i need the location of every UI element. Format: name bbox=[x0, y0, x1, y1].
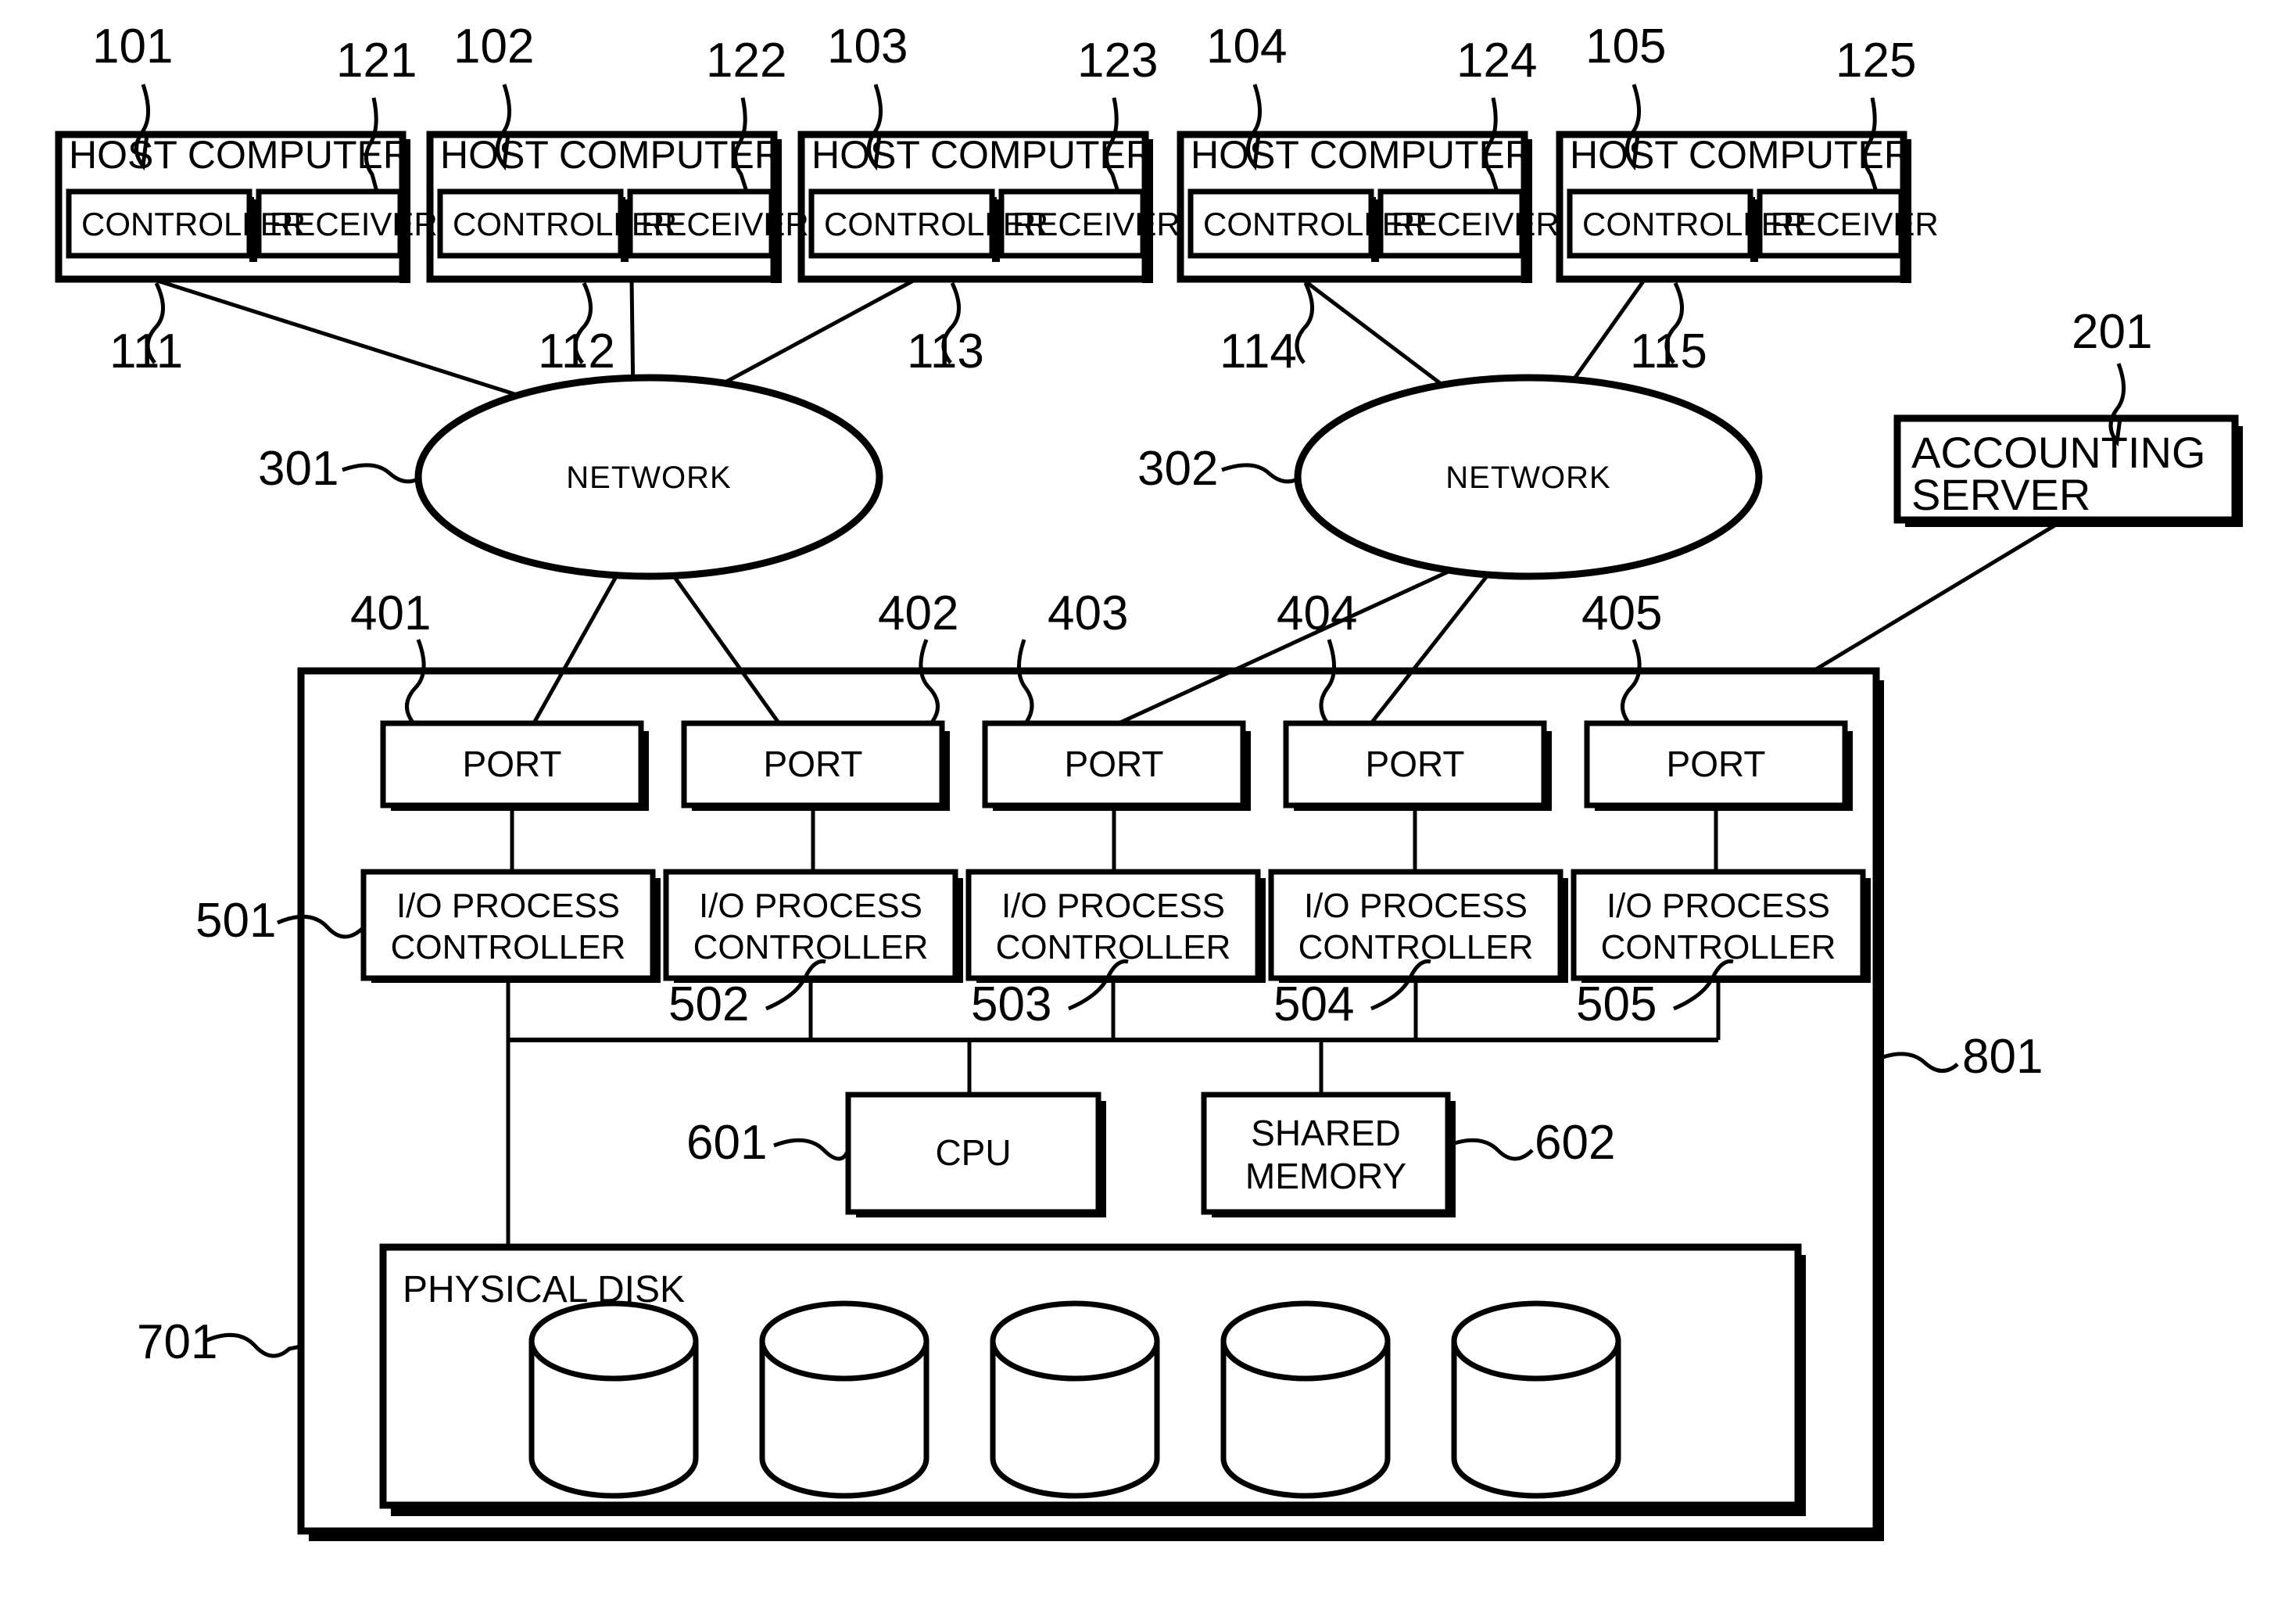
ref-122: 122 bbox=[706, 34, 786, 88]
io-process-controller-501: I/O PROCESS CONTROLLER bbox=[360, 869, 661, 983]
ref-112: 112 bbox=[538, 324, 615, 378]
ref-123: 123 bbox=[1077, 34, 1158, 88]
ref-111: 111 bbox=[109, 324, 183, 378]
ref-801: 801 bbox=[1962, 1030, 2043, 1084]
shared-memory-label-line1: SHARED bbox=[1251, 1113, 1401, 1153]
figure-canvas: HOST COMPUTER CONTROLLER RECEIVER HOST C… bbox=[55, 20, 2243, 1541]
iopc-label-503-line2: CONTROLLER bbox=[996, 928, 1231, 966]
ref-101: 101 bbox=[92, 20, 173, 74]
iopc-label-501-line2: CONTROLLER bbox=[391, 928, 626, 966]
iopc-label-504-line1: I/O PROCESS bbox=[1304, 887, 1528, 925]
ref-503: 503 bbox=[971, 977, 1051, 1031]
shared-memory-label-line2: MEMORY bbox=[1245, 1156, 1406, 1196]
ref-121: 121 bbox=[336, 34, 417, 88]
disk-cylinder-2 bbox=[759, 1300, 930, 1499]
ref-402: 402 bbox=[878, 586, 958, 640]
ref-105: 105 bbox=[1585, 20, 1666, 74]
iopc-label-505-line1: I/O PROCESS bbox=[1606, 887, 1830, 925]
ref-404: 404 bbox=[1277, 586, 1357, 640]
port-label-403: PORT bbox=[1065, 744, 1164, 784]
network-label-301: NETWORK bbox=[566, 461, 731, 495]
accounting-server-label-line2: SERVER bbox=[1911, 470, 2090, 519]
disk-cylinder-1 bbox=[528, 1300, 699, 1499]
shared-memory-box: SHARED MEMORY bbox=[1201, 1092, 1456, 1217]
host-computer-label-103: HOST COMPUTER bbox=[811, 133, 1154, 177]
port-box-404: PORT bbox=[1283, 720, 1552, 811]
ref-403: 403 bbox=[1048, 586, 1128, 640]
cpu-box: CPU bbox=[845, 1092, 1106, 1217]
iopc-label-505-line2: CONTROLLER bbox=[1601, 928, 1836, 966]
ref-302: 302 bbox=[1137, 442, 1218, 496]
patent-figure: HOST COMPUTER CONTROLLER RECEIVER HOST C… bbox=[0, 0, 2296, 1617]
ref-104: 104 bbox=[1206, 20, 1287, 74]
network-oval-302: NETWORK bbox=[1294, 374, 1763, 580]
port-label-402: PORT bbox=[764, 744, 863, 784]
ref-701: 701 bbox=[137, 1315, 217, 1369]
receiver-label-101: RECEIVER bbox=[270, 206, 438, 242]
disk-cylinder-4 bbox=[1220, 1300, 1391, 1499]
ref-102: 102 bbox=[453, 20, 534, 74]
iopc-label-502-line2: CONTROLLER bbox=[693, 928, 929, 966]
ref-301: 301 bbox=[258, 442, 338, 496]
port-label-401: PORT bbox=[463, 744, 562, 784]
host-computer-label-101: HOST COMPUTER bbox=[69, 133, 411, 177]
ref-601: 601 bbox=[686, 1116, 767, 1170]
port-box-402: PORT bbox=[681, 720, 950, 811]
network-label-302: NETWORK bbox=[1445, 461, 1610, 495]
receiver-label-102: RECEIVER bbox=[641, 206, 809, 242]
ref-504: 504 bbox=[1273, 977, 1354, 1031]
ref-115: 115 bbox=[1630, 324, 1707, 378]
ref-103: 103 bbox=[827, 20, 908, 74]
port-label-404: PORT bbox=[1366, 744, 1465, 784]
iopc-label-501-line1: I/O PROCESS bbox=[396, 887, 620, 925]
ref-125: 125 bbox=[1836, 34, 1916, 88]
ref-114: 114 bbox=[1220, 324, 1297, 378]
ref-124: 124 bbox=[1456, 34, 1537, 88]
receiver-label-103: RECEIVER bbox=[1012, 206, 1180, 242]
network-oval-301: NETWORK bbox=[414, 374, 883, 580]
disk-cylinder-5 bbox=[1451, 1300, 1621, 1499]
ref-401: 401 bbox=[350, 586, 431, 640]
ref-201: 201 bbox=[2072, 305, 2152, 359]
cpu-label: CPU bbox=[935, 1132, 1011, 1173]
port-label-405: PORT bbox=[1667, 744, 1766, 784]
ref-113: 113 bbox=[907, 324, 984, 378]
port-box-405: PORT bbox=[1584, 720, 1853, 811]
host-computer-label-104: HOST COMPUTER bbox=[1191, 133, 1533, 177]
accounting-server: ACCOUNTING SERVER bbox=[1893, 414, 2243, 527]
host-computer-label-102: HOST COMPUTER bbox=[440, 133, 783, 177]
host-computer-label-105: HOST COMPUTER bbox=[1570, 133, 1912, 177]
ref-602: 602 bbox=[1535, 1116, 1615, 1170]
iopc-label-502-line1: I/O PROCESS bbox=[699, 887, 922, 925]
disk-cylinder-3 bbox=[990, 1300, 1160, 1499]
iopc-label-504-line2: CONTROLLER bbox=[1298, 928, 1534, 966]
ref-502: 502 bbox=[668, 977, 749, 1031]
iopc-label-503-line1: I/O PROCESS bbox=[1001, 887, 1225, 925]
receiver-label-104: RECEIVER bbox=[1392, 206, 1560, 242]
port-box-401: PORT bbox=[380, 720, 649, 811]
port-box-403: PORT bbox=[982, 720, 1251, 811]
ref-505: 505 bbox=[1576, 977, 1657, 1031]
ref-501: 501 bbox=[195, 894, 276, 948]
ref-405: 405 bbox=[1581, 586, 1662, 640]
receiver-label-105: RECEIVER bbox=[1771, 206, 1939, 242]
